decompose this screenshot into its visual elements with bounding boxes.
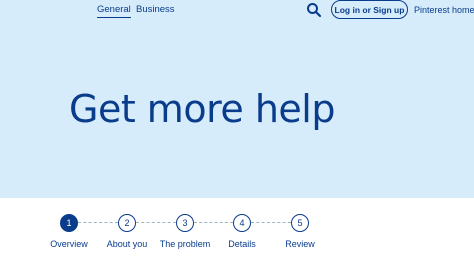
page-title: Get more help: [69, 87, 335, 131]
step-2-indicator[interactable]: 2: [118, 214, 136, 232]
step-connector: [78, 222, 118, 223]
search-icon: [307, 3, 322, 18]
step-5-indicator[interactable]: 5: [291, 214, 309, 232]
step-connector: [136, 222, 176, 223]
step-1-label: Overview: [50, 239, 88, 249]
step-4-label: Details: [228, 239, 256, 249]
step-connector: [251, 222, 291, 223]
step-5-label: Review: [285, 239, 315, 249]
search-button[interactable]: [306, 2, 322, 18]
step-3-indicator[interactable]: 3: [176, 214, 194, 232]
pinterest-home-link[interactable]: Pinterest home: [414, 4, 474, 16]
step-3-label: The problem: [159, 239, 211, 249]
step-1-indicator[interactable]: 1: [60, 214, 78, 232]
step-connector: [194, 222, 233, 223]
tab-general[interactable]: General: [97, 4, 131, 18]
progress-stepper: 1 2 3 4 5 Overview About you The problem…: [0, 198, 474, 260]
hero-banner: General Business Log in or Sign up Pinte…: [0, 0, 474, 198]
tab-business[interactable]: Business: [136, 4, 175, 17]
step-2-label: About you: [106, 239, 148, 249]
login-signup-button[interactable]: Log in or Sign up: [331, 0, 408, 19]
step-4-indicator[interactable]: 4: [233, 214, 251, 232]
